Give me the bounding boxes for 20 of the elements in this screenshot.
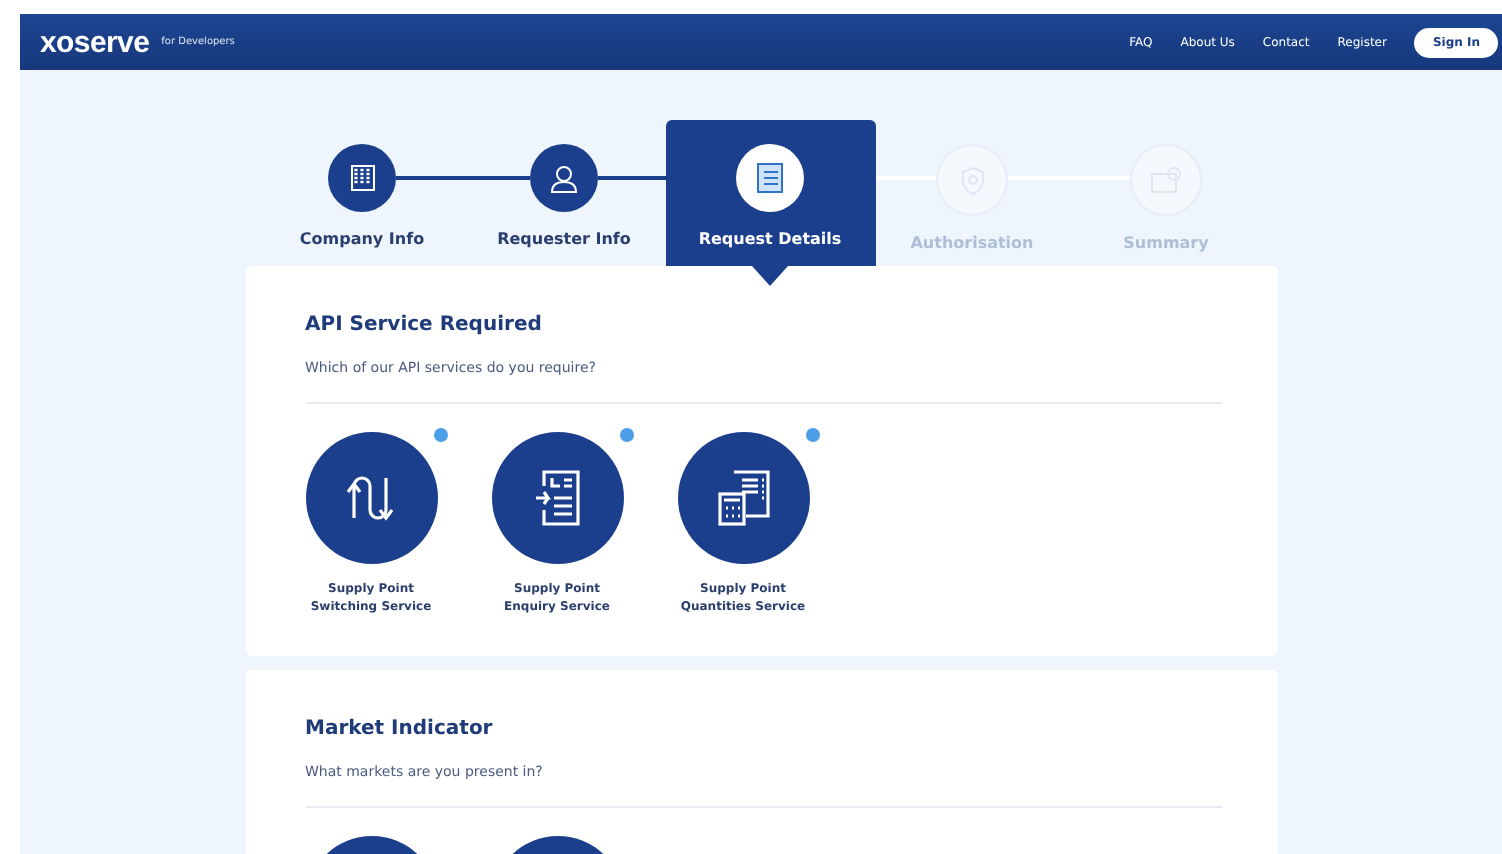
- section-title: API Service Required: [305, 314, 544, 336]
- logo[interactable]: xoserve: [40, 25, 150, 59]
- step-label: Authorisation: [910, 234, 1034, 252]
- shield-icon: [959, 165, 985, 195]
- info-icon[interactable]: [805, 428, 819, 442]
- document-arrow-icon: [533, 470, 581, 526]
- user-icon: [550, 163, 578, 193]
- info-icon[interactable]: [619, 428, 633, 442]
- step-label: Request Details: [698, 230, 842, 248]
- form-icon: [756, 162, 784, 194]
- envelope-check-icon: [1150, 166, 1182, 194]
- active-step-tab[interactable]: Request Details: [665, 120, 875, 266]
- switch-arrows-icon: [343, 474, 399, 522]
- building-icon: [349, 164, 375, 192]
- step-label: Summary: [1123, 234, 1209, 252]
- step-label: Company Info: [299, 230, 425, 248]
- info-icon[interactable]: [433, 428, 447, 442]
- section-title: Market Indicator: [305, 718, 495, 741]
- calculator-document-icon: [717, 470, 769, 526]
- step-label: Requester Info: [497, 230, 631, 248]
